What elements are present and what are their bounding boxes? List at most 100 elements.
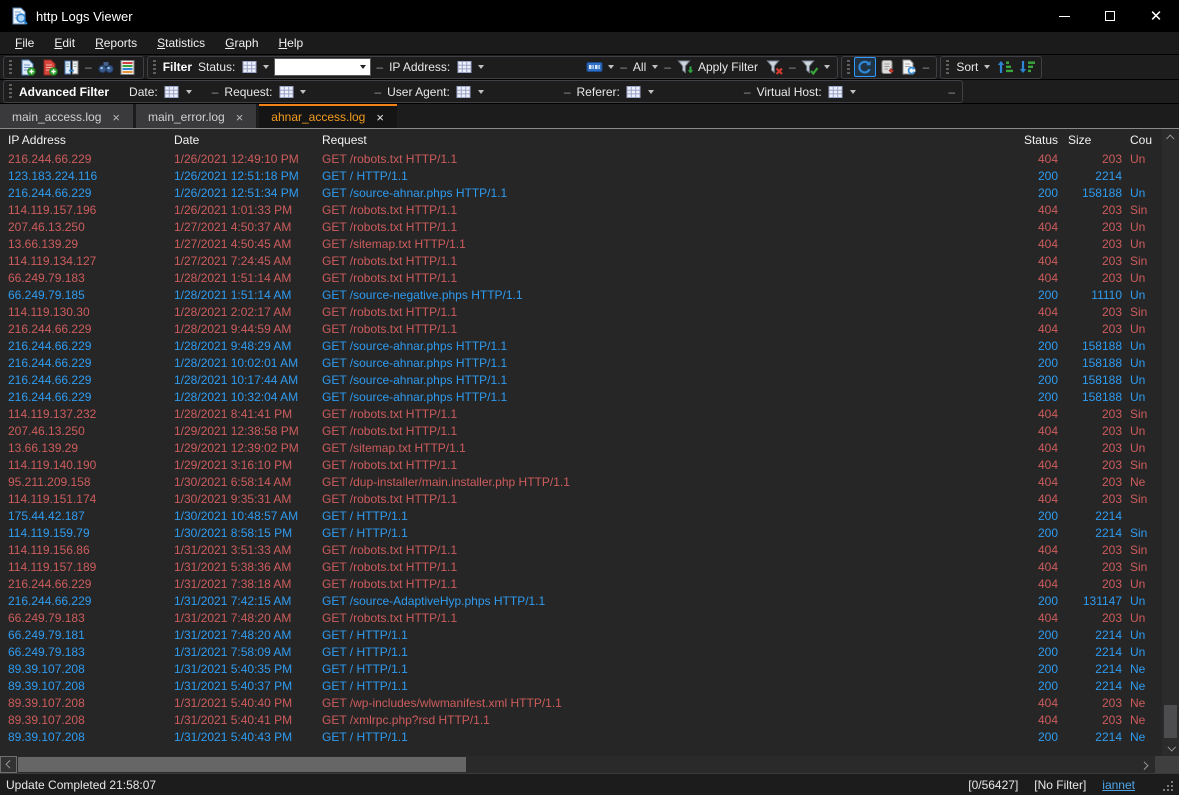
table-row[interactable]: 89.39.107.2081/31/2021 5:40:35 PMGET / H… — [0, 661, 1162, 678]
maximize-button[interactable] — [1087, 0, 1133, 32]
remove-filter-button[interactable] — [764, 57, 786, 77]
table-row[interactable]: 95.211.209.1581/30/2021 6:58:14 AMGET /d… — [0, 474, 1162, 491]
table-row[interactable]: 216.244.66.2291/28/2021 10:02:01 AMGET /… — [0, 355, 1162, 372]
table-row[interactable]: 216.244.66.2291/26/2021 12:49:10 PMGET /… — [0, 151, 1162, 168]
menu-graph[interactable]: Graph — [215, 36, 268, 50]
menu-reports[interactable]: Reports — [85, 36, 147, 50]
vertical-scrollbar-thumb[interactable] — [1164, 705, 1177, 738]
scroll-right-button[interactable] — [1136, 756, 1153, 773]
referer-grid-button[interactable] — [623, 82, 645, 102]
tab-main_access.log[interactable]: main_access.log× — [0, 104, 133, 128]
table-row[interactable]: 216.244.66.2291/31/2021 7:42:15 AMGET /s… — [0, 593, 1162, 610]
chevron-down-icon[interactable] — [478, 90, 484, 94]
table-row[interactable]: 175.44.42.1871/30/2021 10:48:57 AMGET / … — [0, 508, 1162, 525]
column-header-date[interactable]: Date — [174, 133, 322, 147]
table-row[interactable]: 114.119.130.301/28/2021 2:02:17 AMGET /r… — [0, 304, 1162, 321]
toolbar-grip[interactable] — [9, 84, 12, 99]
open-error-log-button[interactable] — [38, 57, 60, 77]
chevron-down-icon[interactable] — [652, 65, 658, 69]
status-combobox[interactable] — [274, 58, 371, 76]
table-row[interactable]: 114.119.134.1271/27/2021 7:24:45 AMGET /… — [0, 253, 1162, 270]
script-button[interactable] — [876, 57, 898, 77]
tab-ahnar_access.log[interactable]: ahnar_access.log× — [259, 104, 397, 128]
sort-label[interactable]: Sort — [953, 60, 981, 74]
table-row[interactable]: 66.249.79.1831/28/2021 1:51:14 AMGET /ro… — [0, 270, 1162, 287]
chevron-down-icon[interactable] — [186, 90, 192, 94]
chevron-down-icon[interactable] — [608, 65, 614, 69]
status-combobox-input[interactable] — [275, 60, 360, 74]
table-row[interactable]: 216.244.66.2291/28/2021 9:44:59 AMGET /r… — [0, 321, 1162, 338]
vertical-scrollbar[interactable] — [1162, 129, 1179, 756]
tab-close-icon[interactable]: × — [109, 110, 123, 125]
resize-grip-icon[interactable] — [1161, 779, 1173, 791]
table-row[interactable]: 216.244.66.2291/28/2021 10:32:04 AMGET /… — [0, 389, 1162, 406]
scroll-up-button[interactable] — [1162, 129, 1179, 146]
date-grid-button[interactable] — [161, 82, 183, 102]
minimize-button[interactable] — [1041, 0, 1087, 32]
table-row[interactable]: 114.119.157.1891/31/2021 5:38:36 AMGET /… — [0, 559, 1162, 576]
table-row[interactable]: 114.119.137.2321/28/2021 8:41:41 PMGET /… — [0, 406, 1162, 423]
table-row[interactable]: 207.46.13.2501/27/2021 4:50:37 AMGET /ro… — [0, 219, 1162, 236]
column-header-size[interactable]: Size — [1058, 133, 1122, 147]
table-row[interactable]: 13.66.139.291/27/2021 4:50:45 AMGET /sit… — [0, 236, 1162, 253]
user-agent-grid-button[interactable] — [453, 82, 475, 102]
split-log-button[interactable] — [60, 57, 82, 77]
country-filter-button[interactable] — [583, 57, 605, 77]
table-row[interactable]: 123.183.224.1161/26/2021 12:51:18 PMGET … — [0, 168, 1162, 185]
iannet-link[interactable]: iannet — [1102, 778, 1135, 792]
apply-filter-button[interactable]: Apply Filter — [674, 59, 764, 76]
tab-main_error.log[interactable]: main_error.log× — [136, 104, 256, 128]
toolbar-grip[interactable] — [946, 60, 949, 75]
chevron-down-icon[interactable] — [478, 65, 484, 69]
chevron-down-icon[interactable] — [850, 90, 856, 94]
highlight-log-button[interactable] — [117, 57, 139, 77]
table-row[interactable]: 66.249.79.1851/28/2021 1:51:14 AMGET /so… — [0, 287, 1162, 304]
virtual-host-grid-button[interactable] — [825, 82, 847, 102]
menu-statistics[interactable]: Statistics — [147, 36, 215, 50]
menu-edit[interactable]: Edit — [44, 36, 85, 50]
horizontal-scrollbar-thumb[interactable] — [18, 757, 466, 772]
close-button[interactable]: ✕ — [1133, 0, 1179, 32]
table-row[interactable]: 114.119.140.1901/29/2021 3:16:10 PMGET /… — [0, 457, 1162, 474]
auto-refresh-button[interactable] — [854, 57, 876, 77]
scroll-left-button[interactable] — [0, 756, 17, 773]
tab-close-icon[interactable]: × — [373, 110, 387, 125]
table-row[interactable]: 89.39.107.2081/31/2021 5:40:37 PMGET / H… — [0, 678, 1162, 695]
open-access-log-button[interactable] — [16, 57, 38, 77]
table-row[interactable]: 89.39.107.2081/31/2021 5:40:40 PMGET /wp… — [0, 695, 1162, 712]
table-row[interactable]: 216.244.66.2291/28/2021 9:48:29 AMGET /s… — [0, 338, 1162, 355]
tab-close-icon[interactable]: × — [233, 110, 247, 125]
table-row[interactable]: 114.119.156.861/31/2021 3:51:33 AMGET /r… — [0, 542, 1162, 559]
table-row[interactable]: 216.244.66.2291/28/2021 10:17:44 AMGET /… — [0, 372, 1162, 389]
chevron-down-icon[interactable] — [648, 90, 654, 94]
menu-help[interactable]: Help — [269, 36, 314, 50]
toolbar-grip[interactable] — [9, 60, 12, 75]
sort-descending-button[interactable] — [1015, 57, 1037, 77]
table-row[interactable]: 66.249.79.1811/31/2021 7:48:20 AMGET / H… — [0, 627, 1162, 644]
search-button[interactable] — [95, 57, 117, 77]
menu-file[interactable]: File — [5, 36, 44, 50]
table-row[interactable]: 114.119.157.1961/26/2021 1:01:33 PMGET /… — [0, 202, 1162, 219]
table-row[interactable]: 89.39.107.2081/31/2021 5:40:41 PMGET /xm… — [0, 712, 1162, 729]
ip-grid-button[interactable] — [453, 57, 475, 77]
horizontal-scrollbar[interactable] — [0, 756, 1179, 773]
chevron-down-icon[interactable] — [824, 65, 830, 69]
reload-file-button[interactable] — [898, 57, 920, 77]
chevron-down-icon[interactable] — [263, 65, 269, 69]
table-row[interactable]: 216.244.66.2291/26/2021 12:51:34 PMGET /… — [0, 185, 1162, 202]
column-header-ip[interactable]: IP Address — [8, 133, 174, 147]
table-row[interactable]: 207.46.13.2501/29/2021 12:38:58 PMGET /r… — [0, 423, 1162, 440]
table-row[interactable]: 89.39.107.2081/31/2021 5:40:43 PMGET / H… — [0, 729, 1162, 746]
validate-filter-button[interactable] — [799, 57, 821, 77]
table-row[interactable]: 114.119.159.791/30/2021 8:58:15 PMGET / … — [0, 525, 1162, 542]
table-row[interactable]: 114.119.151.1741/30/2021 9:35:31 AMGET /… — [0, 491, 1162, 508]
column-header-request[interactable]: Request — [322, 133, 1002, 147]
toolbar-grip[interactable] — [153, 60, 156, 75]
status-grid-button[interactable] — [238, 57, 260, 77]
column-header-country[interactable]: Cou — [1122, 133, 1156, 147]
request-grid-button[interactable] — [275, 82, 297, 102]
chevron-down-icon[interactable] — [300, 90, 306, 94]
table-row[interactable]: 66.249.79.1831/31/2021 7:58:09 AMGET / H… — [0, 644, 1162, 661]
table-row[interactable]: 216.244.66.2291/31/2021 7:38:18 AMGET /r… — [0, 576, 1162, 593]
sort-ascending-button[interactable] — [993, 57, 1015, 77]
